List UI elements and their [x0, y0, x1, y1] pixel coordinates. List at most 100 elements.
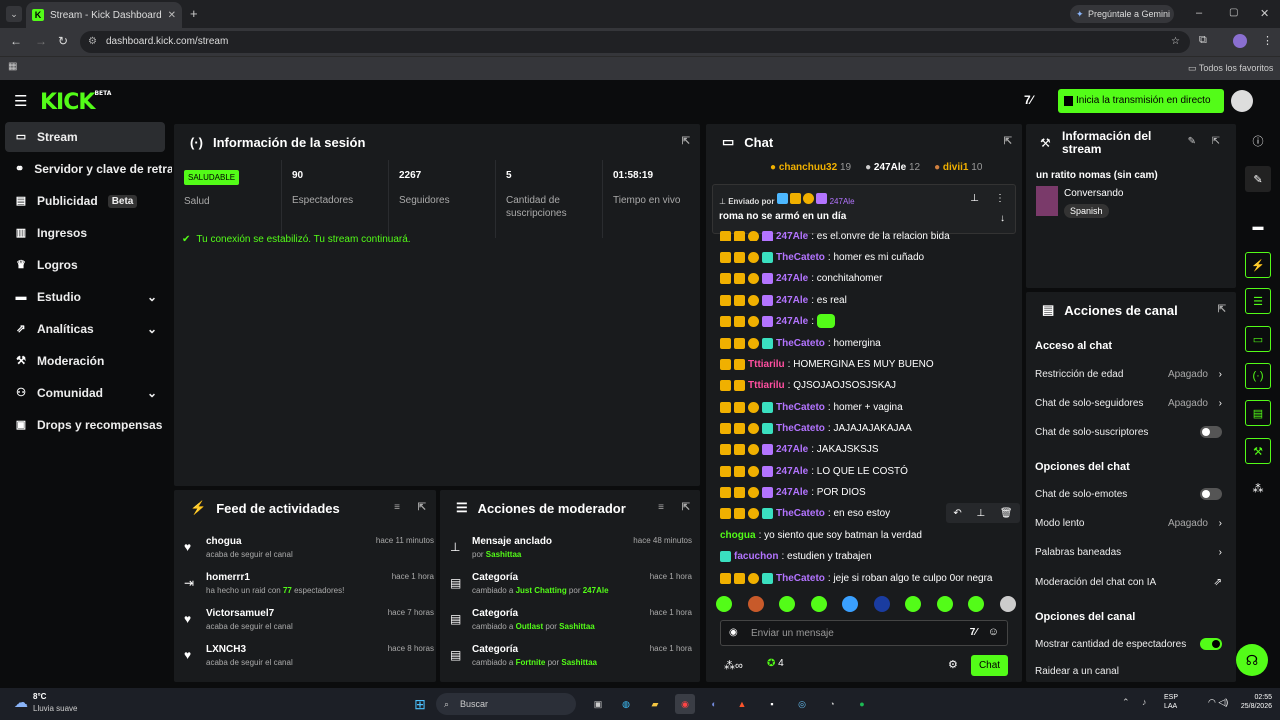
action-user[interactable]: Sashittaa — [561, 658, 597, 667]
file-explorer-icon[interactable]: ▰ — [645, 694, 665, 714]
support-headset-icon[interactable]: ☊ — [1236, 644, 1268, 676]
filter-icon[interactable]: ≡ — [394, 502, 400, 513]
wrench-icon[interactable]: ⚒ — [1245, 438, 1271, 464]
hamburger-menu-icon[interactable]: ☰ — [14, 92, 27, 110]
infinity-icon[interactable]: ⁂∞ — [724, 659, 743, 672]
maximize-icon[interactable]: ▢ — [1229, 7, 1238, 18]
emote-icon[interactable] — [810, 596, 827, 612]
collapse-arrow-icon[interactable]: ↓ — [1000, 213, 1005, 224]
lightning-icon[interactable]: ⚡ — [1245, 252, 1271, 278]
popout-icon[interactable]: ⇱ — [418, 502, 426, 513]
kick-tool-icon[interactable]: 7⁄ — [970, 627, 977, 638]
chat-message[interactable]: 247Ale: conchitahomer — [720, 268, 1020, 288]
sidebar-item-server-key[interactable]: ⚭ Servidor y clave de retransmisión — [5, 154, 172, 184]
action-target[interactable]: Outlast — [516, 622, 544, 631]
sidebar-item-ingresos[interactable]: ▥ Ingresos — [5, 218, 165, 248]
show-viewers-toggle[interactable] — [1200, 638, 1222, 650]
emote-only-toggle[interactable] — [1200, 488, 1222, 500]
url-input[interactable]: ⚙ dashboard.kick.com/stream ☆ — [80, 31, 1190, 53]
popout-icon[interactable]: ⇱ — [1004, 136, 1012, 147]
emote-icon[interactable] — [873, 596, 890, 612]
edit-icon[interactable]: ✎ — [1245, 166, 1271, 192]
stream-category[interactable]: Conversando — [1064, 188, 1123, 199]
minimize-icon[interactable]: – — [1196, 7, 1202, 19]
setting-followers-only[interactable]: Chat de solo-seguidores Apagado › — [1026, 389, 1226, 417]
emote-icon[interactable] — [999, 596, 1016, 612]
kick-tool-icon[interactable]: 7⁄ — [1024, 93, 1033, 107]
bookmark-star-icon[interactable]: ☆ — [1171, 31, 1180, 53]
mic-icon[interactable]: ♪ — [1142, 697, 1147, 707]
chat-message[interactable]: 247Ale: LO QUE LE COSTÓ — [720, 461, 1020, 481]
close-tab-icon[interactable]: ✕ — [168, 10, 176, 21]
spotify-icon[interactable]: ● — [852, 694, 872, 714]
emote-icon[interactable] — [936, 596, 953, 612]
gemini-button[interactable]: ✦ Pregúntale a Gemini — [1070, 5, 1174, 23]
emoji-icon[interactable]: ☺ — [988, 626, 999, 638]
reply-icon[interactable]: ↶ — [953, 508, 961, 519]
popout-icon[interactable]: ⇱ — [682, 136, 690, 147]
edge-icon[interactable]: ◍ — [616, 694, 636, 714]
chat-username[interactable]: 247Ale — [776, 273, 808, 284]
reload-icon[interactable]: ↻ — [58, 34, 68, 48]
sidebar-item-analiticas[interactable]: ⇗ Analíticas ⌄ — [5, 314, 165, 344]
delete-icon[interactable]: 🗑 — [1000, 508, 1013, 519]
broadcast-icon[interactable]: (·) — [1245, 363, 1271, 389]
popout-icon[interactable]: ⇱ — [1212, 136, 1220, 147]
chat-bubble-icon[interactable]: ▭ — [1245, 326, 1271, 352]
user-avatar[interactable] — [1231, 90, 1253, 112]
chat-message[interactable]: TheCateto: homer es mi cuñado — [720, 247, 1020, 267]
sidebar-item-drops[interactable]: ▣ Drops y recompensas — [5, 410, 165, 440]
sidebar-item-estudio[interactable]: ▬ Estudio ⌄ — [5, 282, 165, 312]
top-gifter[interactable]: ● divii1 10 — [934, 162, 982, 173]
chat-message[interactable]: TheCateto: JAJAJAJAKAJAA — [720, 418, 1020, 438]
chat-username[interactable]: TheCateto — [776, 423, 825, 434]
emote-icon[interactable] — [779, 596, 796, 612]
setting-age-restriction[interactable]: Restricción de edad Apagado › — [1026, 360, 1226, 388]
sidebar-item-logros[interactable]: ♛ Logros — [5, 250, 165, 280]
chat-username[interactable]: 247Ale — [776, 444, 808, 455]
info-icon[interactable]: ⓘ — [1245, 128, 1271, 154]
tray-chevron-icon[interactable]: ⌃ — [1122, 697, 1130, 708]
obs-icon[interactable]: ◔ — [822, 694, 842, 714]
feed-user[interactable]: chogua — [206, 536, 242, 547]
chat-message[interactable]: TheCateto: homergina — [720, 333, 1020, 353]
feed-user[interactable]: Victorsamuel7 — [206, 608, 274, 619]
browser-menu-icon[interactable]: ⋮ — [1262, 34, 1273, 47]
all-favorites[interactable]: ▭ Todos los favoritos — [1188, 63, 1273, 74]
close-window-icon[interactable]: ✕ — [1260, 7, 1269, 20]
send-chat-button[interactable]: Chat — [971, 655, 1008, 676]
go-live-button[interactable]: Inicia la transmisión en directo — [1058, 89, 1224, 113]
action-user[interactable]: 247Ale — [583, 586, 609, 595]
chat-username[interactable]: 247Ale — [776, 316, 808, 327]
edit-icon[interactable]: ✎ — [1188, 136, 1196, 147]
windows-start-icon[interactable]: ⊞ — [410, 694, 430, 714]
chat-message[interactable]: Tttiarilu: QJSOJAOJSOSJSKAJ — [720, 375, 1020, 395]
chat-message[interactable]: chogua: yo siento que soy batman la verd… — [720, 525, 1020, 545]
chat-message[interactable]: 247Ale: JAKAJSKSJS — [720, 439, 1020, 459]
channel-icon[interactable]: ▤ — [1245, 400, 1271, 426]
apps-grid-icon[interactable]: ▦ — [8, 61, 17, 72]
steam-icon[interactable]: ◎ — [792, 694, 812, 714]
filter-icon[interactable]: ≡ — [658, 502, 664, 513]
chat-username[interactable]: 247Ale — [776, 295, 808, 306]
emote-icon[interactable] — [905, 596, 922, 612]
task-view-icon[interactable]: ▣ — [588, 694, 608, 714]
action-target[interactable]: Sashittaa — [486, 550, 522, 559]
emote-icon[interactable] — [747, 596, 764, 612]
forward-icon[interactable]: → — [35, 34, 47, 48]
chat-message[interactable]: 247Ale: POR DIOS — [720, 482, 1020, 502]
sidebar-item-publicidad[interactable]: ▤ Publicidad Beta — [5, 186, 165, 216]
tab-list-button[interactable]: ⌄ — [6, 6, 22, 22]
action-target[interactable]: Fortnite — [516, 658, 546, 667]
extensions-icon[interactable]: ⧉ — [1199, 34, 1207, 47]
more-options-icon[interactable]: ⋮ — [995, 193, 1005, 204]
chrome-icon[interactable]: ◉ — [675, 694, 695, 714]
chat-username[interactable]: TheCateto — [776, 508, 825, 519]
pin-icon[interactable]: ⊥ — [976, 508, 985, 519]
brave-icon[interactable]: ▲ — [732, 694, 752, 714]
chat-message[interactable]: Tttiarilu: HOMERGINA ES MUY BUENO — [720, 354, 1020, 374]
chat-message[interactable]: TheCateto: homer + vagina — [720, 397, 1020, 417]
chat-username[interactable]: TheCateto — [776, 402, 825, 413]
chat-username[interactable]: 247Ale — [776, 487, 808, 498]
chat-username[interactable]: Tttiarilu — [748, 380, 785, 391]
